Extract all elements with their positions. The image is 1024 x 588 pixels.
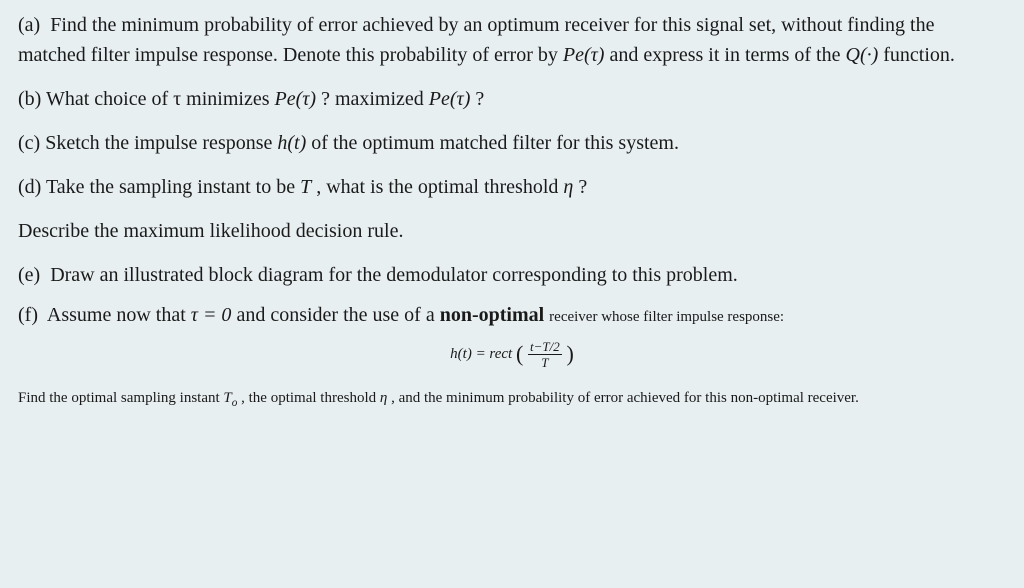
- part-b-label: (b): [18, 88, 41, 110]
- part-e-text: Draw an illustrated block diagram for th…: [50, 264, 738, 286]
- pe-tau-symbol: Pe(τ): [429, 88, 471, 110]
- part-a-text2: and express it in terms of the: [609, 44, 845, 66]
- f2-text3: , and the minimum probability of error a…: [391, 390, 859, 406]
- part-a-label: (a): [18, 14, 40, 36]
- part-a-text3: function.: [883, 44, 955, 66]
- part-b-text3: ?: [475, 88, 484, 110]
- part-d2-text: Describe the maximum likelihood decision…: [18, 220, 403, 242]
- part-f-text1: Assume now that: [47, 304, 191, 326]
- part-d: (d) Take the sampling instant to be T , …: [18, 172, 1006, 202]
- tau-zero-symbol: τ = 0: [191, 304, 232, 326]
- part-d-continuation: Describe the maximum likelihood decision…: [18, 216, 1006, 246]
- pe-tau-symbol: Pe(τ): [274, 88, 316, 110]
- f2-text1: Find the optimal sampling instant: [18, 390, 223, 406]
- equation-h-t: h(t) = rect ( t−T/2 T ): [18, 338, 1006, 371]
- pe-tau-symbol: Pe(τ): [563, 44, 605, 66]
- part-c-label: (c): [18, 132, 40, 154]
- part-f-label: (f): [18, 304, 38, 326]
- part-f-text3: receiver whose filter impulse response:: [549, 309, 784, 325]
- h-t-symbol: h(t): [277, 132, 306, 154]
- q-function-symbol: Q(·): [846, 44, 879, 66]
- part-c: (c) Sketch the impulse response h(t) of …: [18, 128, 1006, 158]
- part-d-text1: Take the sampling instant to be: [46, 176, 300, 198]
- fraction: t−T/2 T: [528, 340, 562, 369]
- equation-lhs: h(t) = rect: [450, 346, 516, 362]
- eta-symbol: η: [563, 176, 573, 198]
- part-d-label: (d): [18, 176, 41, 198]
- left-paren-icon: (: [516, 337, 523, 370]
- t-sub-o-symbol: To: [223, 390, 237, 406]
- part-b-text1: What choice of τ minimizes: [46, 88, 275, 110]
- part-d-text3: ?: [578, 176, 587, 198]
- part-e: (e) Draw an illustrated block diagram fo…: [18, 260, 1006, 290]
- part-c-text2: of the optimum matched filter for this s…: [311, 132, 679, 154]
- part-f-text2: and consider the use of a: [236, 304, 439, 326]
- part-c-text1: Sketch the impulse response: [45, 132, 277, 154]
- f2-text2: , the optimal threshold: [241, 390, 380, 406]
- capital-t-symbol: T: [300, 176, 311, 198]
- fraction-numerator: t−T/2: [528, 340, 562, 355]
- part-b: (b) What choice of τ minimizes Pe(τ) ? m…: [18, 84, 1006, 114]
- right-paren-icon: ): [567, 337, 574, 370]
- fraction-denominator: T: [528, 355, 562, 369]
- eta-symbol: η: [380, 390, 387, 406]
- part-f: (f) Assume now that τ = 0 and consider t…: [18, 300, 1006, 330]
- part-b-text2: ? maximized: [321, 88, 429, 110]
- part-d-text2: , what is the optimal threshold: [316, 176, 563, 198]
- non-optimal-bold: non-optimal: [440, 304, 544, 326]
- part-f-continuation: Find the optimal sampling instant To , t…: [18, 383, 1006, 415]
- part-e-label: (e): [18, 264, 40, 286]
- part-a: (a) Find the minimum probability of erro…: [18, 10, 1006, 70]
